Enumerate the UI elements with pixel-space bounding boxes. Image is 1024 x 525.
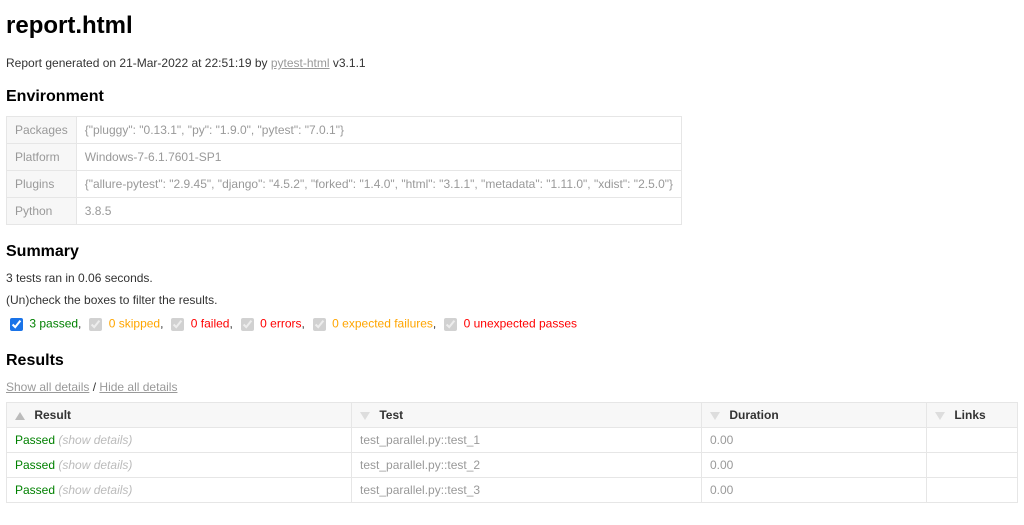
- sort-none-icon: [710, 412, 720, 420]
- filter-checkbox-xpassed: [444, 318, 457, 331]
- show-details-link[interactable]: (show details): [55, 458, 132, 472]
- filter-skipped: 0 skipped,: [85, 315, 163, 334]
- filter-checkbox-skipped: [89, 318, 102, 331]
- pytest-html-link[interactable]: pytest-html: [271, 56, 330, 70]
- sort-asc-icon: [15, 412, 25, 420]
- results-detail-links: Show all details / Hide all details: [6, 380, 1018, 394]
- col-label-links: Links: [954, 408, 985, 422]
- env-row: Python3.8.5: [7, 198, 682, 225]
- detail-links-sep: /: [89, 380, 99, 394]
- env-key: Python: [7, 198, 77, 225]
- filter-label-failed: 0 failed: [187, 317, 229, 331]
- env-row: Packages{"pluggy": "0.13.1", "py": "1.9.…: [7, 117, 682, 144]
- filter-separator: ,: [78, 317, 81, 331]
- table-row: Passed (show details)test_parallel.py::t…: [7, 428, 1018, 453]
- show-all-details-link[interactable]: Show all details: [6, 380, 89, 394]
- show-details-link[interactable]: (show details): [55, 483, 132, 497]
- filter-checkbox-passed[interactable]: [10, 318, 23, 331]
- results-col-duration[interactable]: Duration: [702, 403, 927, 428]
- filter-failed: 0 failed,: [167, 315, 232, 334]
- results-table: Result Test Duration Links Passed (show …: [6, 402, 1018, 503]
- hide-all-details-link[interactable]: Hide all details: [99, 380, 177, 394]
- col-label-result: Result: [34, 408, 71, 422]
- generated-version: v3.1.1: [330, 56, 366, 70]
- result-cell: Passed (show details): [7, 478, 352, 503]
- environment-table: Packages{"pluggy": "0.13.1", "py": "1.9.…: [6, 116, 682, 225]
- result-status: Passed: [15, 483, 55, 497]
- duration-cell: 0.00: [702, 478, 927, 503]
- test-cell: test_parallel.py::test_3: [352, 478, 702, 503]
- links-cell: [927, 478, 1018, 503]
- show-details-link[interactable]: (show details): [55, 433, 132, 447]
- env-value: {"allure-pytest": "2.9.45", "django": "4…: [76, 171, 681, 198]
- filter-label-xpassed: 0 unexpected passes: [460, 317, 577, 331]
- filter-xfailed: 0 expected failures,: [309, 315, 436, 334]
- links-cell: [927, 428, 1018, 453]
- links-cell: [927, 453, 1018, 478]
- summary-heading: Summary: [6, 243, 1018, 261]
- result-status: Passed: [15, 458, 55, 472]
- generated-line: Report generated on 21-Mar-2022 at 22:51…: [6, 56, 1018, 70]
- generated-prefix: Report generated on: [6, 56, 119, 70]
- filter-checkbox-xfailed: [313, 318, 326, 331]
- filter-label-xfailed: 0 expected failures: [329, 317, 433, 331]
- summary-ran: 3 tests ran in 0.06 seconds.: [6, 271, 1018, 285]
- env-key: Packages: [7, 117, 77, 144]
- duration-cell: 0.00: [702, 453, 927, 478]
- filter-separator: ,: [302, 317, 305, 331]
- generated-datetime: 21-Mar-2022 at 22:51:19: [119, 56, 251, 70]
- env-row: PlatformWindows-7-6.1.7601-SP1: [7, 144, 682, 171]
- results-col-links[interactable]: Links: [927, 403, 1018, 428]
- filter-separator: ,: [433, 317, 436, 331]
- test-cell: test_parallel.py::test_1: [352, 428, 702, 453]
- generated-by: by: [252, 56, 271, 70]
- filter-label-passed: 3 passed: [26, 317, 78, 331]
- summary-filter-hint: (Un)check the boxes to filter the result…: [6, 293, 1018, 307]
- filter-label-error: 0 errors: [257, 317, 302, 331]
- env-value: Windows-7-6.1.7601-SP1: [76, 144, 681, 171]
- table-row: Passed (show details)test_parallel.py::t…: [7, 478, 1018, 503]
- result-cell: Passed (show details): [7, 453, 352, 478]
- results-col-test[interactable]: Test: [352, 403, 702, 428]
- filter-passed: 3 passed,: [6, 315, 81, 334]
- results-col-result[interactable]: Result: [7, 403, 352, 428]
- result-status: Passed: [15, 433, 55, 447]
- table-row: Passed (show details)test_parallel.py::t…: [7, 453, 1018, 478]
- env-key: Platform: [7, 144, 77, 171]
- summary-filters: 3 passed, 0 skipped, 0 failed, 0 errors,…: [6, 315, 1018, 334]
- filter-separator: ,: [160, 317, 163, 331]
- sort-none-icon: [935, 412, 945, 420]
- col-label-duration: Duration: [729, 408, 778, 422]
- duration-cell: 0.00: [702, 428, 927, 453]
- env-row: Plugins{"allure-pytest": "2.9.45", "djan…: [7, 171, 682, 198]
- sort-none-icon: [360, 412, 370, 420]
- filter-error: 0 errors,: [237, 315, 305, 334]
- results-heading: Results: [6, 352, 1018, 370]
- page-title: report.html: [6, 12, 1018, 40]
- env-value: 3.8.5: [76, 198, 681, 225]
- filter-xpassed: 0 unexpected passes: [440, 315, 577, 334]
- environment-heading: Environment: [6, 88, 1018, 106]
- result-cell: Passed (show details): [7, 428, 352, 453]
- env-key: Plugins: [7, 171, 77, 198]
- filter-separator: ,: [229, 317, 232, 331]
- filter-label-skipped: 0 skipped: [105, 317, 160, 331]
- filter-checkbox-error: [241, 318, 254, 331]
- col-label-test: Test: [379, 408, 403, 422]
- test-cell: test_parallel.py::test_2: [352, 453, 702, 478]
- filter-checkbox-failed: [171, 318, 184, 331]
- env-value: {"pluggy": "0.13.1", "py": "1.9.0", "pyt…: [76, 117, 681, 144]
